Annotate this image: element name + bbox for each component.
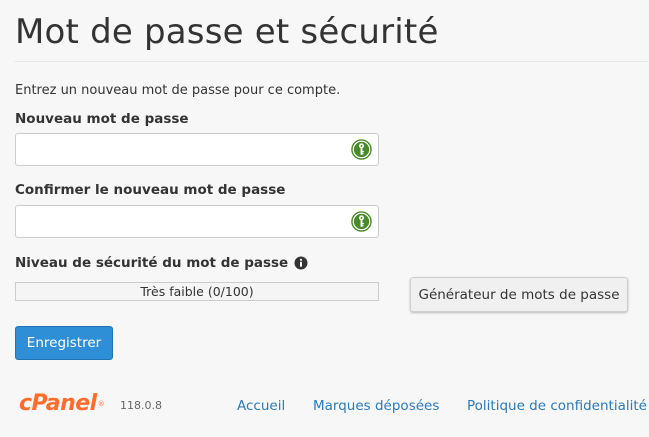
strength-meter-text: Très faible (0/100) — [140, 284, 254, 299]
confirm-password-field-wrapper — [15, 205, 379, 238]
new-password-label: Nouveau mot de passe — [15, 110, 189, 128]
cpanel-logo[interactable]: cPanel® — [19, 391, 105, 416]
title-divider — [15, 61, 649, 62]
new-password-field-wrapper — [15, 133, 379, 166]
new-password-label-text: Nouveau mot de passe — [15, 111, 189, 127]
version-text: 118.0.8 — [120, 399, 162, 412]
confirm-password-label-text: Confirmer le nouveau mot de passe — [15, 182, 286, 198]
password-security-page: Mot de passe et sécurité Entrez un nouve… — [0, 0, 649, 437]
registered-mark: ® — [97, 400, 105, 408]
key-icon[interactable] — [351, 139, 372, 160]
footer: cPanel® 118.0.8 Accueil Marques déposées… — [0, 388, 649, 428]
key-icon[interactable] — [351, 211, 372, 232]
save-button[interactable]: Enregistrer — [15, 326, 113, 360]
intro-text: Entrez un nouveau mot de passe pour ce c… — [15, 83, 341, 98]
confirm-password-input[interactable] — [16, 206, 346, 237]
info-icon[interactable] — [294, 256, 308, 270]
footer-link-privacy[interactable]: Politique de confidentialité — [467, 398, 647, 414]
password-generator-button[interactable]: Générateur de mots de passe — [410, 277, 628, 312]
footer-link-home[interactable]: Accueil — [237, 398, 285, 414]
new-password-input[interactable] — [16, 134, 346, 165]
strength-label-text: Niveau de sécurité du mot de passe — [15, 255, 289, 271]
strength-label: Niveau de sécurité du mot de passe — [15, 254, 308, 272]
cpanel-logo-text: cPanel — [19, 391, 97, 416]
confirm-password-label: Confirmer le nouveau mot de passe — [15, 181, 285, 199]
footer-link-trademarks[interactable]: Marques déposées — [313, 398, 439, 414]
password-strength-meter: Très faible (0/100) — [15, 282, 379, 301]
page-title: Mot de passe et sécurité — [15, 12, 439, 52]
